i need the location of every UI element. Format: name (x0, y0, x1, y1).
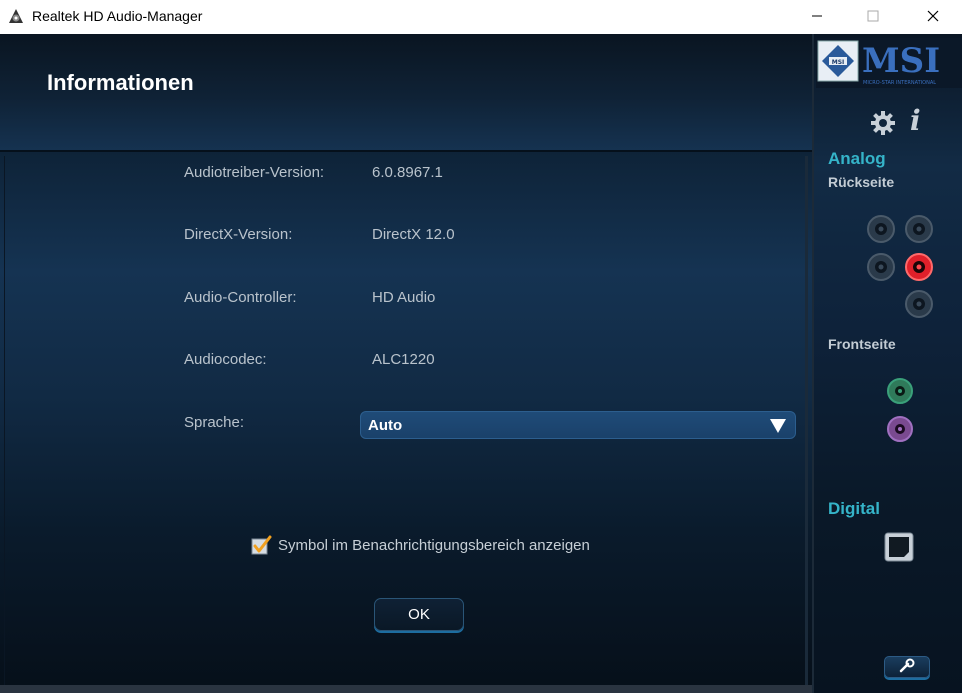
directx-version-label: DirectX-Version: (184, 226, 293, 243)
front-jack-green[interactable] (885, 376, 915, 406)
audiocodec-value: ALC1220 (372, 351, 435, 368)
language-select-value: Auto (368, 417, 403, 434)
rear-jack-4-active[interactable] (904, 252, 934, 282)
language-select[interactable]: Auto (360, 411, 796, 439)
window-title: Realtek HD Audio-Manager (32, 8, 203, 24)
digital-port-icon[interactable] (884, 532, 914, 562)
tray-icon-checkbox[interactable] (250, 534, 272, 556)
msi-logo: MSI MSI MICRO-STAR INTERNATIONAL (816, 38, 962, 88)
front-label: Frontseite (828, 336, 896, 352)
dropdown-arrow-icon (770, 419, 786, 433)
front-jack-purple[interactable] (885, 414, 915, 444)
main-area: Informationen Audiotreiber-Version: 6.0.… (0, 34, 962, 693)
wrench-icon (899, 658, 915, 673)
audio-controller-value: HD Audio (372, 289, 436, 306)
close-icon (927, 10, 939, 22)
digital-heading: Digital (828, 499, 880, 518)
maximize-button[interactable] (850, 0, 896, 32)
audio-controller-label: Audio-Controller: (184, 289, 297, 306)
rear-jack-2[interactable] (904, 214, 934, 244)
minimize-button[interactable] (794, 0, 840, 32)
driver-version-label: Audiotreiber-Version: (184, 164, 325, 181)
wrench-button[interactable] (884, 656, 930, 678)
maximize-icon (867, 10, 879, 22)
directx-version-value: DirectX 12.0 (372, 226, 455, 243)
msi-logo-text: MSI (862, 41, 940, 81)
sidebar: MSI MSI MICRO-STAR INTERNATIONAL i Analo… (812, 34, 962, 693)
close-button[interactable] (910, 0, 956, 32)
tray-icon-checkbox-label[interactable]: Symbol im Benachrichtigungsbereich anzei… (278, 537, 590, 554)
audiocodec-label: Audiocodec: (184, 351, 267, 368)
msi-logo-emblem-text: MSI (832, 59, 845, 66)
page-title: Informationen (47, 70, 194, 95)
rear-jack-1[interactable] (866, 214, 896, 244)
driver-version-value: 6.0.8967.1 (372, 164, 443, 181)
info-icon[interactable]: i (910, 104, 921, 137)
minimize-icon (812, 15, 822, 17)
realtek-app-icon (9, 9, 23, 23)
analog-heading: Analog (828, 149, 886, 168)
title-bar: Realtek HD Audio-Manager (0, 0, 962, 34)
rear-label: Rückseite (828, 174, 895, 190)
page-header: Informationen (0, 34, 812, 150)
ok-button[interactable]: OK (374, 598, 464, 631)
gear-icon[interactable] (871, 111, 895, 135)
language-label: Sprache: (184, 414, 245, 431)
rear-jack-3[interactable] (866, 252, 896, 282)
panel-bottom-edge (0, 685, 812, 693)
rear-jack-5[interactable] (904, 289, 934, 319)
msi-logo-subtext: MICRO-STAR INTERNATIONAL (863, 80, 936, 86)
